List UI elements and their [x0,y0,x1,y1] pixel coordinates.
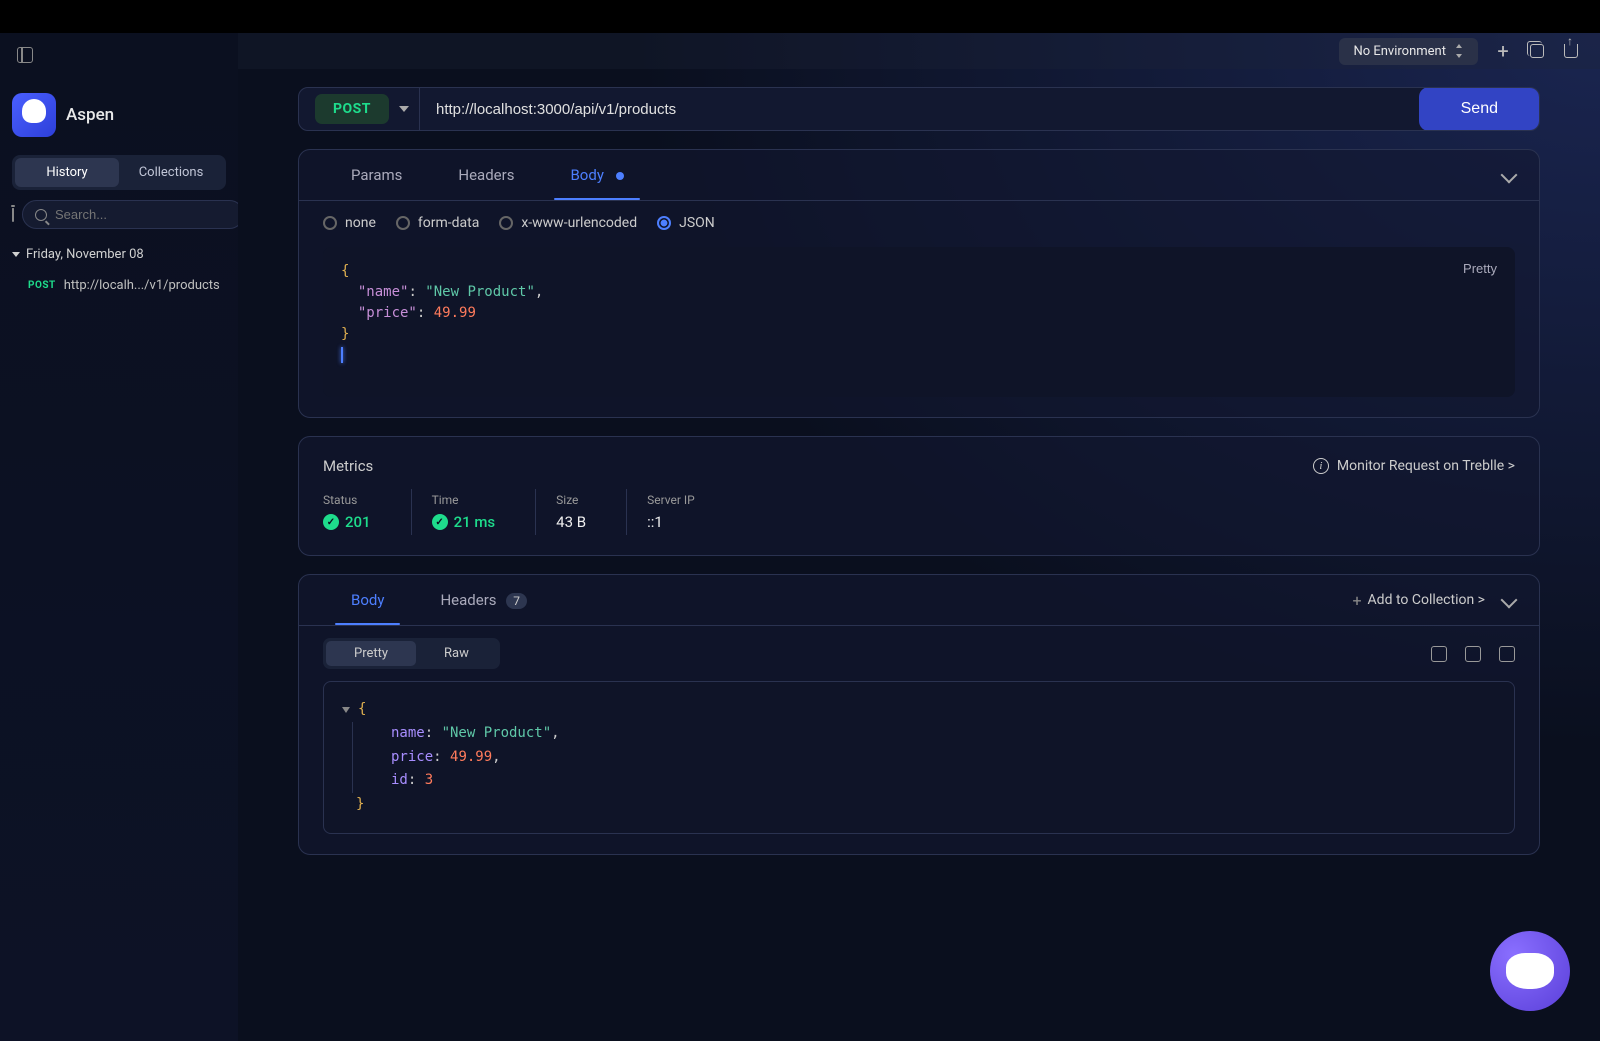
text-cursor [341,347,343,363]
new-tab-icon[interactable] [1494,42,1512,60]
updown-icon [1454,44,1464,58]
body-type-form[interactable]: form-data [396,215,479,231]
expand-panel-icon[interactable] [1501,167,1518,184]
body-type-urlencoded[interactable]: x-www-urlencoded [499,215,637,231]
body-type-json[interactable]: JSON [657,215,715,231]
method-label: POST [315,94,389,124]
search-input[interactable] [55,207,231,222]
radio-icon [323,216,337,230]
expand-panel-icon[interactable] [1501,592,1518,609]
copy-icon[interactable] [1530,44,1544,58]
add-to-collection-button[interactable]: Add to Collection > [1352,591,1485,610]
response-tab-body[interactable]: Body [323,575,412,625]
request-bar: POST Send [298,87,1540,131]
history-item[interactable]: POST http://localh.../v1/products [12,272,226,299]
tab-headers[interactable]: Headers [430,150,542,200]
window-titlebar [0,0,1600,33]
send-button[interactable]: Send [1419,87,1540,131]
tab-params[interactable]: Params [323,150,430,200]
metric-size: Size 43 B [556,489,627,535]
request-config-panel: Params Headers Body none form-data x-www… [298,149,1540,418]
download-response-icon[interactable] [1499,646,1515,662]
metrics-title: Metrics [323,457,373,475]
headers-count-badge: 7 [506,593,527,609]
app-logo-icon [12,93,56,137]
collapse-toggle-icon[interactable] [342,707,350,713]
tab-history[interactable]: History [15,158,119,187]
plus-icon [1352,591,1361,610]
response-body-viewer[interactable]: { name: "New Product", price: 49.99, id:… [323,681,1515,834]
main-panel: No Environment POST Send Params Headers [238,33,1600,1041]
url-input[interactable] [420,88,1420,130]
response-tab-headers[interactable]: Headers 7 [412,575,555,625]
search-box[interactable] [22,200,244,229]
search-icon [35,209,47,221]
trash-icon[interactable] [12,208,14,222]
environment-label: No Environment [1353,44,1446,59]
radio-icon [499,216,513,230]
check-icon [323,514,339,530]
response-panel: Body Headers 7 Add to Collection > Prett… [298,574,1540,855]
environment-selector[interactable]: No Environment [1339,38,1478,65]
check-icon [432,514,448,530]
method-badge: POST [28,280,56,291]
pretty-toggle[interactable]: Pretty [1463,259,1497,279]
chevron-down-icon [12,252,20,257]
main-toolbar: No Environment [238,33,1600,69]
monitor-link[interactable]: i Monitor Request on Treblle > [1313,458,1515,474]
date-label: Friday, November 08 [26,247,144,262]
tab-collections[interactable]: Collections [119,158,223,187]
sidebar-tabs: History Collections [12,155,226,190]
active-indicator-icon [616,172,624,180]
metric-status: Status 201 [323,489,412,535]
view-mode-toggle: Pretty Raw [323,638,500,669]
app-name: Aspen [66,105,114,125]
share-icon[interactable] [1564,44,1578,58]
chevron-down-icon [399,106,409,112]
body-type-selector: none form-data x-www-urlencoded JSON [299,201,1539,237]
copy-response-icon[interactable] [1465,646,1481,662]
metric-time: Time 21 ms [432,489,537,535]
view-raw-button[interactable]: Raw [416,641,497,666]
history-date-group[interactable]: Friday, November 08 [12,247,226,262]
sidebar-toggle-icon[interactable] [17,47,33,63]
method-selector[interactable]: POST [299,88,420,130]
metrics-panel: Metrics i Monitor Request on Treblle > S… [298,436,1540,556]
tab-body[interactable]: Body [542,150,651,200]
request-body-editor[interactable]: Pretty { "name": "New Product", "price":… [323,247,1515,397]
assistant-bubble-icon[interactable] [1490,931,1570,1011]
sidebar: Aspen History Collections Friday, Novemb… [0,33,238,1041]
radio-icon [396,216,410,230]
view-pretty-button[interactable]: Pretty [326,641,416,666]
tree-view-icon[interactable] [1431,646,1447,662]
info-icon: i [1313,458,1329,474]
radio-icon [657,216,671,230]
history-url: http://localh.../v1/products [64,278,220,293]
body-type-none[interactable]: none [323,215,376,231]
brand: Aspen [12,93,226,137]
metric-server-ip: Server IP ::1 [647,489,735,535]
